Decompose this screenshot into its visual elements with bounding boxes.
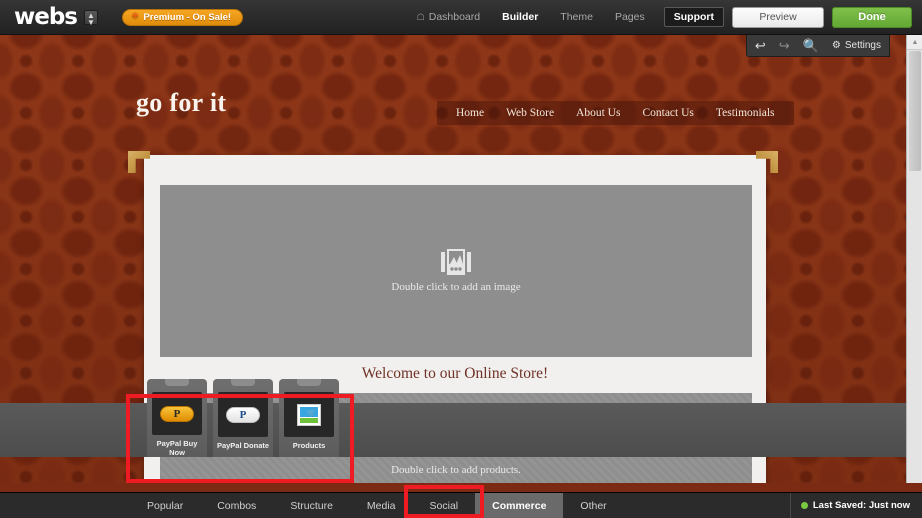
scroll-up-arrow-icon[interactable]: ▲ bbox=[907, 35, 922, 50]
tab-combos[interactable]: Combos bbox=[200, 493, 273, 518]
site-nav-contact-us[interactable]: Contact Us bbox=[631, 107, 704, 119]
nav-label-builder: Builder bbox=[502, 10, 539, 23]
picture-frame-icon bbox=[441, 249, 471, 275]
tab-commerce[interactable]: Commerce bbox=[475, 492, 564, 518]
nav-label-theme: Theme bbox=[560, 10, 593, 23]
premium-label: Premium - On Sale! bbox=[143, 11, 232, 23]
widget-label-paypal-donate: PayPal Donate bbox=[216, 441, 270, 450]
status-dot-icon bbox=[800, 502, 808, 509]
site-editor-toolbar: ↩ ↪ 🔍 ⚙ Settings bbox=[745, 35, 890, 57]
tab-media[interactable]: Media bbox=[350, 493, 413, 518]
site-nav-testimonials[interactable]: Testimonials bbox=[705, 107, 786, 119]
star-icon: ✴ bbox=[131, 11, 140, 22]
redo-arrow-icon[interactable]: ↪ bbox=[779, 39, 790, 52]
widget-label-paypal-buy-now: PayPal Buy Now bbox=[156, 439, 198, 457]
paypal-buy-now-icon: P bbox=[160, 405, 194, 422]
widget-tab bbox=[165, 379, 189, 386]
paypal-glyph: P bbox=[173, 407, 181, 420]
undo-arrow-icon[interactable]: ↩ bbox=[755, 39, 766, 52]
site-nav-web-store[interactable]: Web Store bbox=[495, 107, 565, 119]
premium-on-sale-button[interactable]: ✴ Premium - On Sale! bbox=[122, 8, 244, 26]
canvas-scrollbar[interactable]: ▲ bbox=[906, 35, 922, 483]
site-title[interactable]: go for it bbox=[136, 88, 226, 118]
widget-paypal-buy-now[interactable]: P PayPal Buy Now bbox=[147, 379, 207, 457]
image-placeholder-label: Double click to add an image bbox=[391, 281, 521, 293]
tab-popular[interactable]: Popular bbox=[130, 493, 200, 518]
paypal-donate-icon: P bbox=[226, 406, 260, 423]
settings-button[interactable]: ⚙ Settings bbox=[832, 40, 881, 51]
site-nav-menu: Home Web Store About Us Contact Us Testi… bbox=[437, 101, 794, 125]
nav-item-pages[interactable]: Pages bbox=[604, 0, 656, 35]
site-nav-about-us[interactable]: About Us bbox=[565, 107, 631, 119]
top-nav: ☖ Dashboard Builder Theme Pages Support … bbox=[406, 0, 922, 35]
nav-label-pages: Pages bbox=[614, 10, 645, 23]
widget-paypal-donate[interactable]: P PayPal Donate bbox=[213, 379, 273, 457]
done-button[interactable]: Done bbox=[832, 6, 912, 28]
widget-list: P PayPal Buy Now P PayPal Donate 🛒 Produ… bbox=[147, 379, 339, 457]
widget-tab bbox=[231, 379, 255, 386]
nav-item-dashboard[interactable]: ☖ Dashboard bbox=[406, 0, 491, 35]
webs-logo[interactable]: webs bbox=[14, 4, 78, 30]
widget-preview: P bbox=[152, 392, 202, 435]
widget-preview: 🛒 bbox=[284, 392, 334, 437]
widget-label-products: Products bbox=[292, 441, 326, 450]
products-icon-bar bbox=[300, 417, 318, 423]
magnifier-icon[interactable]: 🔍 bbox=[803, 39, 819, 52]
products-placeholder-label: Double click to add products. bbox=[391, 463, 521, 476]
products-store-icon: 🛒 bbox=[297, 403, 321, 426]
widget-palette-panel: P PayPal Buy Now P PayPal Donate 🛒 Produ… bbox=[0, 379, 906, 457]
paypal-glyph: P bbox=[239, 408, 247, 421]
widget-preview: P bbox=[218, 392, 268, 437]
site-nav-home[interactable]: Home bbox=[445, 107, 495, 119]
cart-icon: 🛒 bbox=[307, 409, 316, 417]
top-app-bar: webs ▲ ▼ ✴ Premium - On Sale! ☖ Dashboard… bbox=[0, 0, 922, 35]
tab-other[interactable]: Other bbox=[563, 493, 623, 518]
preview-button[interactable]: Preview bbox=[732, 6, 824, 28]
home-icon: ☖ bbox=[416, 11, 425, 22]
widget-category-tabbar: Popular Combos Structure Media Social Co… bbox=[0, 492, 922, 518]
nav-item-theme[interactable]: Theme bbox=[549, 0, 604, 35]
nav-label-dashboard: Dashboard bbox=[428, 10, 481, 23]
scrollbar-thumb[interactable] bbox=[909, 51, 921, 171]
settings-label: Settings bbox=[844, 40, 881, 51]
last-saved-label: Last Saved: Just now bbox=[812, 500, 910, 511]
gear-icon: ⚙ bbox=[831, 40, 841, 51]
products-icon-screen: 🛒 bbox=[300, 406, 318, 417]
tab-social[interactable]: Social bbox=[413, 493, 476, 518]
nav-item-builder[interactable]: Builder bbox=[491, 0, 549, 35]
image-placeholder[interactable]: Double click to add an image bbox=[160, 185, 752, 357]
tab-structure[interactable]: Structure bbox=[273, 493, 350, 518]
support-button[interactable]: Support bbox=[663, 7, 724, 27]
widget-products[interactable]: 🛒 Products bbox=[279, 379, 339, 457]
site-switcher-caret-icon[interactable]: ▲ ▼ bbox=[84, 9, 99, 26]
site-canvas: go for it Home Web Store About Us Contac… bbox=[0, 35, 906, 483]
last-saved-status: Last Saved: Just now bbox=[789, 492, 922, 518]
widget-tab bbox=[297, 379, 321, 386]
